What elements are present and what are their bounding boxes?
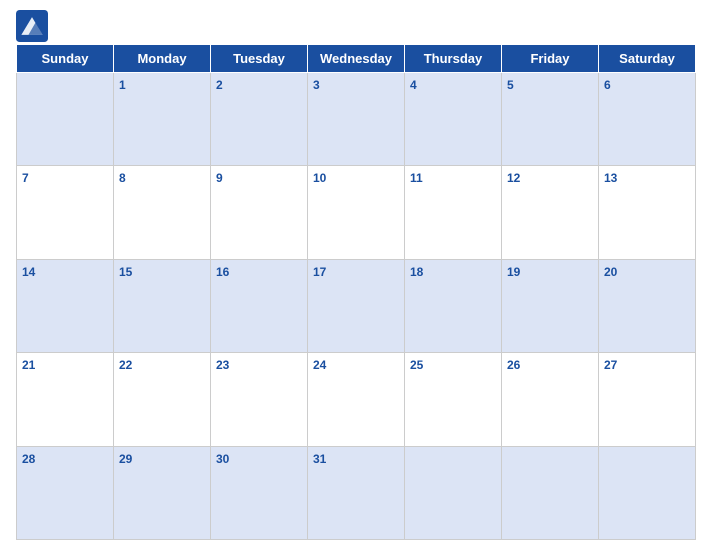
date-number: 19 bbox=[507, 265, 520, 279]
weekday-header-thursday: Thursday bbox=[405, 45, 502, 73]
calendar-cell: 23 bbox=[211, 353, 308, 446]
date-number: 16 bbox=[216, 265, 229, 279]
date-number: 29 bbox=[119, 452, 132, 466]
date-number: 7 bbox=[22, 171, 29, 185]
weekday-header-wednesday: Wednesday bbox=[308, 45, 405, 73]
calendar-cell: 28 bbox=[17, 446, 114, 539]
calendar-table: SundayMondayTuesdayWednesdayThursdayFrid… bbox=[16, 44, 696, 540]
weekday-header-monday: Monday bbox=[114, 45, 211, 73]
calendar-cell: 26 bbox=[502, 353, 599, 446]
calendar-cell: 5 bbox=[502, 73, 599, 166]
date-number: 31 bbox=[313, 452, 326, 466]
date-number: 30 bbox=[216, 452, 229, 466]
calendar-week-row: 21 22 23 24 25 26 27 bbox=[17, 353, 696, 446]
date-number: 13 bbox=[604, 171, 617, 185]
date-number: 5 bbox=[507, 78, 514, 92]
date-number: 28 bbox=[22, 452, 35, 466]
weekday-header-friday: Friday bbox=[502, 45, 599, 73]
date-number: 25 bbox=[410, 358, 423, 372]
date-number: 26 bbox=[507, 358, 520, 372]
calendar-cell: 24 bbox=[308, 353, 405, 446]
calendar-week-row: 7 8 9 10 11 12 13 bbox=[17, 166, 696, 259]
calendar-week-row: 28 29 30 31 bbox=[17, 446, 696, 539]
calendar-cell: 30 bbox=[211, 446, 308, 539]
calendar-week-row: 14 15 16 17 18 19 20 bbox=[17, 259, 696, 352]
header bbox=[16, 10, 696, 42]
calendar-cell bbox=[502, 446, 599, 539]
calendar-cell: 15 bbox=[114, 259, 211, 352]
logo-icon bbox=[16, 10, 48, 42]
date-number: 8 bbox=[119, 171, 126, 185]
date-number: 17 bbox=[313, 265, 326, 279]
date-number: 9 bbox=[216, 171, 223, 185]
date-number: 4 bbox=[410, 78, 417, 92]
calendar-cell: 12 bbox=[502, 166, 599, 259]
date-number: 27 bbox=[604, 358, 617, 372]
calendar-cell: 14 bbox=[17, 259, 114, 352]
calendar-cell bbox=[599, 446, 696, 539]
weekday-header-tuesday: Tuesday bbox=[211, 45, 308, 73]
calendar-cell: 22 bbox=[114, 353, 211, 446]
calendar-cell: 1 bbox=[114, 73, 211, 166]
date-number: 11 bbox=[410, 171, 423, 185]
date-number: 2 bbox=[216, 78, 223, 92]
calendar-cell: 2 bbox=[211, 73, 308, 166]
date-number: 3 bbox=[313, 78, 320, 92]
calendar-cell: 25 bbox=[405, 353, 502, 446]
weekday-header-saturday: Saturday bbox=[599, 45, 696, 73]
calendar-cell: 16 bbox=[211, 259, 308, 352]
calendar-cell: 18 bbox=[405, 259, 502, 352]
calendar-cell bbox=[405, 446, 502, 539]
calendar-cell: 19 bbox=[502, 259, 599, 352]
date-number: 10 bbox=[313, 171, 326, 185]
weekday-header-row: SundayMondayTuesdayWednesdayThursdayFrid… bbox=[17, 45, 696, 73]
calendar-cell: 29 bbox=[114, 446, 211, 539]
weekday-header-sunday: Sunday bbox=[17, 45, 114, 73]
calendar-cell: 7 bbox=[17, 166, 114, 259]
date-number: 20 bbox=[604, 265, 617, 279]
calendar-cell: 27 bbox=[599, 353, 696, 446]
date-number: 14 bbox=[22, 265, 35, 279]
logo bbox=[16, 10, 52, 42]
date-number: 18 bbox=[410, 265, 423, 279]
calendar-cell: 13 bbox=[599, 166, 696, 259]
calendar-cell: 4 bbox=[405, 73, 502, 166]
date-number: 21 bbox=[22, 358, 35, 372]
calendar-cell: 6 bbox=[599, 73, 696, 166]
calendar-cell: 11 bbox=[405, 166, 502, 259]
calendar-cell: 20 bbox=[599, 259, 696, 352]
date-number: 15 bbox=[119, 265, 132, 279]
calendar-cell: 9 bbox=[211, 166, 308, 259]
calendar-cell: 21 bbox=[17, 353, 114, 446]
calendar-cell: 17 bbox=[308, 259, 405, 352]
calendar-week-row: 1 2 3 4 5 6 bbox=[17, 73, 696, 166]
calendar-cell: 3 bbox=[308, 73, 405, 166]
date-number: 24 bbox=[313, 358, 326, 372]
date-number: 6 bbox=[604, 78, 611, 92]
date-number: 1 bbox=[119, 78, 126, 92]
date-number: 22 bbox=[119, 358, 132, 372]
date-number: 12 bbox=[507, 171, 520, 185]
calendar-cell: 10 bbox=[308, 166, 405, 259]
calendar-cell bbox=[17, 73, 114, 166]
date-number: 23 bbox=[216, 358, 229, 372]
calendar-cell: 8 bbox=[114, 166, 211, 259]
calendar-cell: 31 bbox=[308, 446, 405, 539]
